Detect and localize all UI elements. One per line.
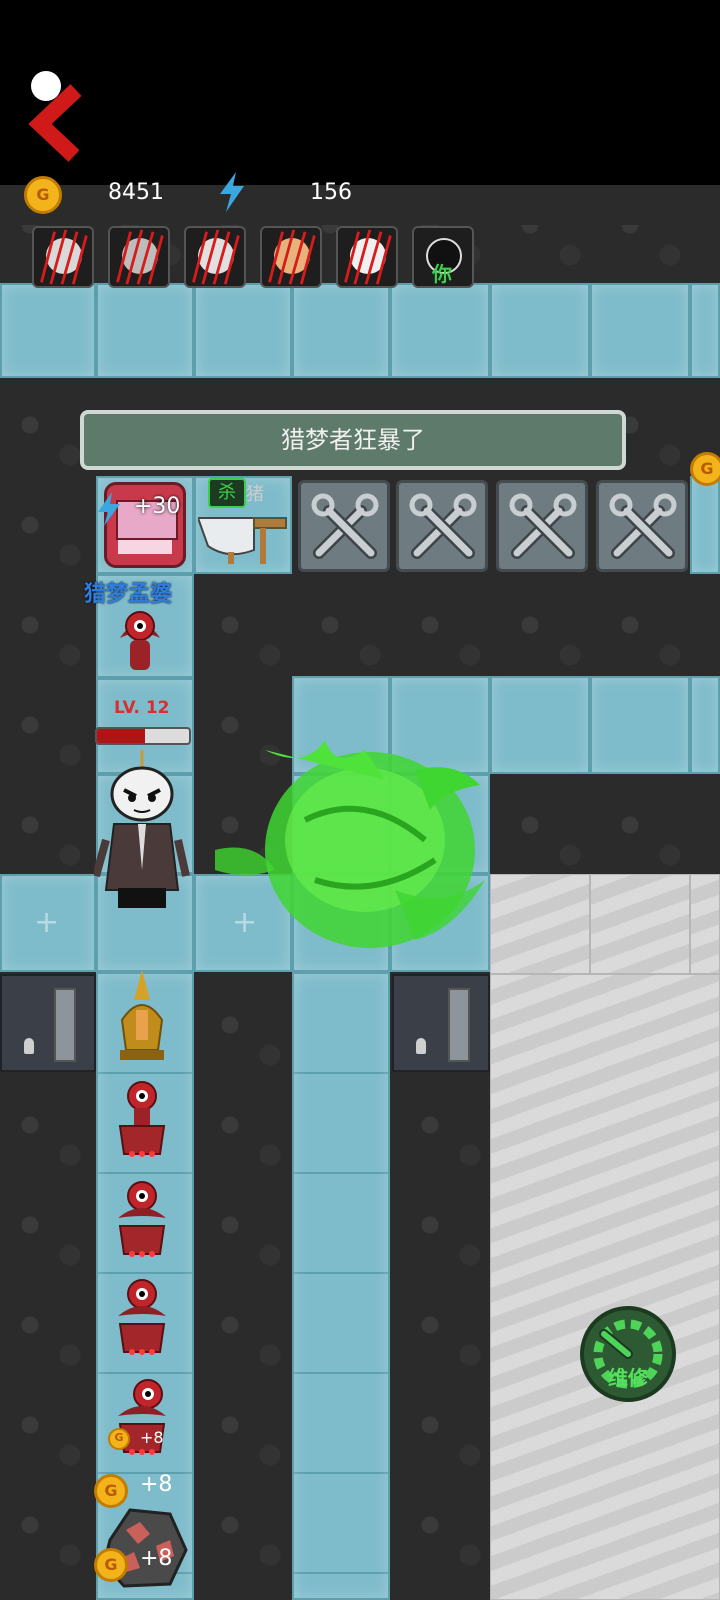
ice-tile — [96, 283, 194, 378]
kill-tag-suffix: 猪 — [246, 484, 264, 505]
wrench-icon — [311, 493, 379, 559]
energy-gain-text: +30 — [134, 494, 181, 519]
ice-tile — [490, 283, 590, 378]
gold-gain-text: +8 — [140, 1428, 164, 1447]
room-tile[interactable] — [690, 476, 720, 574]
white-floor — [590, 874, 690, 974]
hunter-hp-bar — [95, 727, 191, 745]
event-banner: 猎梦者狂暴了 — [80, 410, 626, 470]
white-floor — [690, 874, 720, 974]
wrench-icon — [609, 493, 677, 559]
build-slot-plus-icon[interactable]: + — [34, 905, 59, 940]
ice-tile — [690, 283, 720, 378]
player-avatar-self[interactable]: 你 — [412, 226, 474, 288]
wrench-icon — [409, 493, 477, 559]
rage-magic-effect — [215, 740, 485, 948]
hp-fill — [97, 729, 145, 743]
player-avatar-1[interactable] — [32, 226, 94, 288]
energy-icon — [220, 172, 244, 212]
ice-tile — [292, 972, 390, 1600]
repair-button[interactable]: 维修 — [580, 1306, 676, 1402]
gold-coin-icon: G — [24, 176, 62, 214]
golden-statue[interactable] — [114, 970, 170, 1062]
hunter-level: LV. 12 — [114, 698, 170, 718]
energy-amount: 156 — [310, 180, 352, 205]
gold-coin-icon: G — [94, 1548, 128, 1582]
ice-tile — [590, 283, 690, 378]
white-floor — [490, 974, 720, 1600]
ice-tile — [0, 283, 96, 378]
self-label: 你 — [432, 262, 452, 286]
eye-turret[interactable] — [112, 1276, 172, 1356]
player-avatar-5[interactable] — [336, 226, 398, 288]
ice-tile — [390, 283, 490, 378]
eye-turret[interactable] — [110, 598, 170, 678]
ice-tile — [690, 676, 720, 774]
gold-amount: 8451 — [108, 180, 164, 205]
eye-turret[interactable] — [112, 1078, 172, 1158]
energy-bolt-icon — [98, 492, 120, 526]
eye-turret[interactable] — [112, 1178, 172, 1258]
player-avatar-2[interactable] — [108, 226, 170, 288]
door[interactable] — [392, 974, 490, 1072]
game-stage: + + G +30 杀 猪 猎梦孟婆 LV. 12 G +8 G +8 G +8… — [0, 0, 720, 1600]
back-button[interactable] — [22, 68, 92, 168]
gold-gain-text: +8 — [140, 1472, 173, 1497]
back-arrow-icon — [28, 71, 82, 162]
upgrade-slot[interactable] — [396, 480, 488, 572]
ice-tile — [194, 283, 292, 378]
hunter-character[interactable] — [92, 750, 190, 930]
top-bar — [0, 0, 720, 185]
kill-tag: 杀 — [208, 478, 246, 508]
gold-coin-icon: G — [690, 452, 720, 486]
white-floor — [490, 874, 590, 974]
upgrade-slot[interactable] — [298, 480, 390, 572]
repair-label: 维修 — [608, 1366, 648, 1390]
door[interactable] — [0, 974, 96, 1072]
player-avatar-3[interactable] — [184, 226, 246, 288]
ice-tile — [292, 283, 390, 378]
gold-gain-text: +8 — [140, 1546, 173, 1571]
upgrade-slot[interactable] — [496, 480, 588, 572]
player-avatar-4[interactable] — [260, 226, 322, 288]
cleaver-item[interactable] — [196, 510, 290, 566]
ice-tile — [590, 676, 690, 774]
wrench-icon — [509, 493, 577, 559]
upgrade-slot[interactable] — [596, 480, 688, 572]
ice-tile — [490, 676, 590, 774]
gold-coin-icon: G — [108, 1428, 130, 1450]
